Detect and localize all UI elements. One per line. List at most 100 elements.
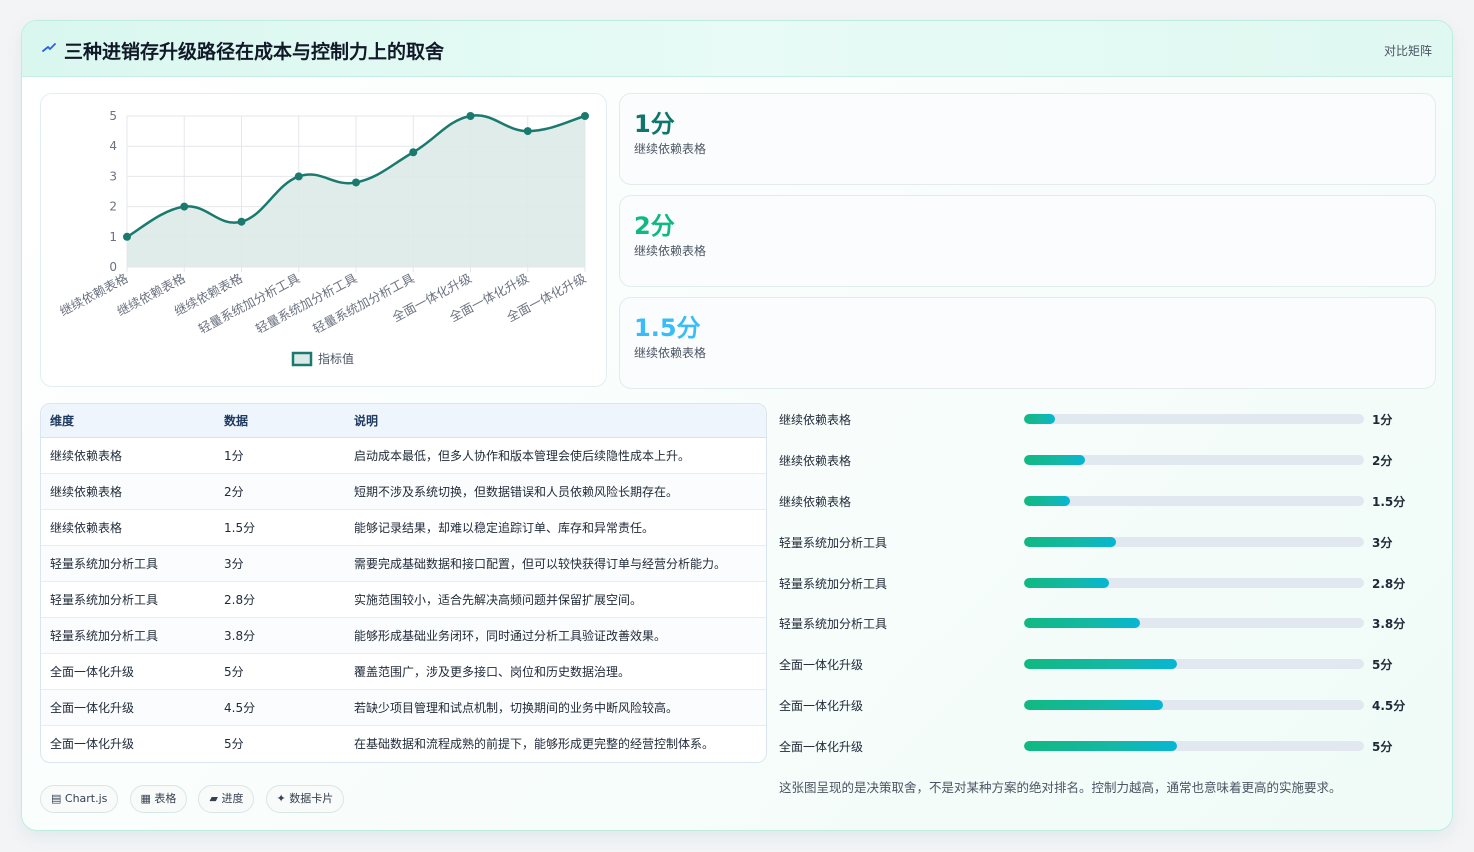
y-tick-label: 2 <box>109 200 117 214</box>
data-point <box>352 178 360 187</box>
progress-value: 2分 <box>1372 453 1393 468</box>
chip-table[interactable]: ▦ 表格 <box>129 785 188 813</box>
progress-track <box>1024 659 1364 670</box>
progress-track <box>1024 700 1364 711</box>
table-cell-value: 3分 <box>215 545 345 582</box>
metric-label: 继续依赖表格 <box>634 346 707 360</box>
progress-fill <box>1024 741 1177 752</box>
table-cell-dimension: 继续依赖表格 <box>41 473 215 510</box>
progress-row: 全面一体化升级 5分 <box>779 644 1419 685</box>
main-card: 三种进销存升级路径在成本与控制力上的取舍 对比矩阵 0 1 2 3 4 5 继续依赖表格 继续… <box>21 20 1453 831</box>
column-header: 数据 <box>215 404 345 438</box>
table-cell-value: 3.8分 <box>215 617 345 654</box>
progress-track <box>1024 536 1364 547</box>
progress-track <box>1024 741 1364 752</box>
table-cell-value: 4.5分 <box>215 689 345 726</box>
table-cell-value: 2分 <box>215 473 345 510</box>
progress-fill <box>1024 700 1164 711</box>
progress-fill <box>1024 618 1140 629</box>
chip-chartjs[interactable]: ▤ Chart.js <box>40 785 119 813</box>
data-point <box>581 112 589 120</box>
table-row: 轻量系统加分析工具 3.8分 能够形成基础业务闭环，同时通过分析工具验证改善效果。 <box>41 617 766 654</box>
metric-card: 1分 继续依赖表格 <box>619 93 1436 185</box>
spark-icon <box>42 43 56 52</box>
table-row: 继续依赖表格 1.5分 能够记录结果，却难以稳定追踪订单、库存和异常责任。 <box>41 509 766 546</box>
data-point <box>523 127 532 136</box>
table-cell-value: 1分 <box>215 437 345 474</box>
progress-value: 3.8分 <box>1372 617 1406 632</box>
data-point <box>237 217 246 226</box>
table-row: 继续依赖表格 2分 短期不涉及系统切换，但数据错误和人员依赖风险长期存在。 <box>41 473 766 510</box>
progress-value: 5分 <box>1372 740 1393 755</box>
progress-label: 轻量系统加分析工具 <box>779 535 888 550</box>
table-row: 全面一体化升级 5分 覆盖范围广，涉及更多接口、岗位和历史数据治理。 <box>41 653 766 690</box>
metric-label: 继续依赖表格 <box>634 142 707 156</box>
table-cell-dimension: 全面一体化升级 <box>50 736 135 751</box>
table-cell-value: 5分 <box>215 653 345 690</box>
progress-track <box>1024 577 1364 588</box>
table-cell-dimension: 轻量系统加分析工具 <box>41 545 215 582</box>
progress-label: 继续依赖表格 <box>779 494 852 509</box>
table-row: 全面一体化升级 4.5分 若缺少项目管理和试点机制，切换期间的业务中断风险较高。 <box>41 689 766 726</box>
data-point <box>409 148 418 157</box>
progress-fill <box>1024 414 1055 424</box>
table-cell-value: 2.8分 <box>215 581 345 618</box>
data-point <box>180 202 189 211</box>
metric-value: 1分 <box>634 110 675 138</box>
line-chart-svg: 012345继续依赖表格继续依赖表格继续依赖表格轻量系统加分析工具轻量系统加分析… <box>57 109 589 367</box>
progress-label: 全面一体化升级 <box>779 699 864 714</box>
progress-row: 轻量系统加分析工具 3分 <box>779 522 1419 563</box>
progress-label: 继续依赖表格 <box>779 413 852 427</box>
progress-label: 继续依赖表格 <box>779 453 852 468</box>
y-tick-label: 0 <box>109 260 117 274</box>
legend-label: 指标值 <box>318 351 354 366</box>
metric-label: 继续依赖表格 <box>634 244 707 258</box>
table-cell-value: 1.5分 <box>215 509 345 546</box>
progress-label: 轻量系统加分析工具 <box>779 617 888 632</box>
progress-value: 5分 <box>1372 658 1393 673</box>
column-header: 说明 <box>345 404 766 438</box>
progress-value: 1分 <box>1372 413 1393 427</box>
chip-group: ▤ Chart.js ▦ 表格 ▰ 进度 ✦ 数据卡片 <box>40 785 350 813</box>
y-tick-label: 1 <box>109 230 117 244</box>
progress-track <box>1024 495 1364 506</box>
data-point <box>123 232 131 241</box>
progress-fill <box>1024 495 1070 506</box>
progress-label: 全面一体化升级 <box>779 740 864 755</box>
column-header: 维度 <box>41 404 215 438</box>
page-title: 三种进销存升级路径在成本与控制力上的取舍 <box>64 41 445 63</box>
table-cell-value: 5分 <box>224 736 244 751</box>
chip-data-card[interactable]: ✦ 数据卡片 <box>265 785 345 813</box>
footnote: 这张图呈现的是决策取舍，不是对某种方案的绝对排名。控制力越高，通常也意味着更高的… <box>779 780 1342 795</box>
data-point <box>466 112 475 120</box>
legend-swatch <box>291 351 313 367</box>
metric-value: 1.5分 <box>634 314 701 342</box>
metric-card: 2分 继续依赖表格 <box>619 195 1436 287</box>
table-row: 继续依赖表格 1分 启动成本最低，但多人协作和版本管理会使后续隐性成本上升。 <box>41 437 766 474</box>
table-cell-description: 若缺少项目管理和试点机制，切换期间的业务中断风险较高。 <box>345 689 766 726</box>
progress-row: 继续依赖表格 1.5分 <box>779 481 1419 522</box>
table-cell-description: 能够形成基础业务闭环，同时通过分析工具验证改善效果。 <box>345 617 766 654</box>
metric-value: 2分 <box>634 212 675 240</box>
progress-list: 继续依赖表格 1分 继续依赖表格 2分 继续依赖表格 1.5分 轻量系统加分析工具 3分 轻量系… <box>779 399 1419 767</box>
x-tick-label: 轻量系统加分析工具 <box>253 270 360 336</box>
y-tick-label: 4 <box>109 139 117 153</box>
chip-progress[interactable]: ▰ 进度 <box>198 785 255 813</box>
header-tag: 对比矩阵 <box>1383 44 1432 58</box>
progress-row: 全面一体化升级 5分 <box>779 726 1419 767</box>
header-bar: 三种进销存升级路径在成本与控制力上的取舍 对比矩阵 <box>22 21 1452 77</box>
table-cell-dimension: 继续依赖表格 <box>41 509 215 546</box>
data-point <box>294 172 303 181</box>
table-row: 轻量系统加分析工具 2.8分 实施范围较小，适合先解决高频问题并保留扩展空间。 <box>41 581 766 618</box>
progress-value: 1.5分 <box>1372 494 1406 509</box>
progress-row: 继续依赖表格 2分 <box>779 440 1419 481</box>
metric-card: 1.5分 继续依赖表格 <box>619 297 1436 389</box>
table-row: 轻量系统加分析工具 3分 需要完成基础数据和接口配置，但可以较快获得订单与经营分析能… <box>41 545 766 582</box>
table-cell-description: 实施范围较小，适合先解决高频问题并保留扩展空间。 <box>345 581 766 618</box>
table-cell-description: 能够记录结果，却难以稳定追踪订单、库存和异常责任。 <box>345 509 766 546</box>
data-table: 维度 数据 说明 继续依赖表格 1分 启动成本最低，但多人协作和版本管理会使后续隐性… <box>40 403 767 763</box>
table-cell-description: 短期不涉及系统切换，但数据错误和人员依赖风险长期存在。 <box>345 473 766 510</box>
table-cell-description: 启动成本最低，但多人协作和版本管理会使后续隐性成本上升。 <box>345 437 766 474</box>
table-cell-dimension: 轻量系统加分析工具 <box>41 581 215 618</box>
progress-row: 全面一体化升级 4.5分 <box>779 685 1419 726</box>
